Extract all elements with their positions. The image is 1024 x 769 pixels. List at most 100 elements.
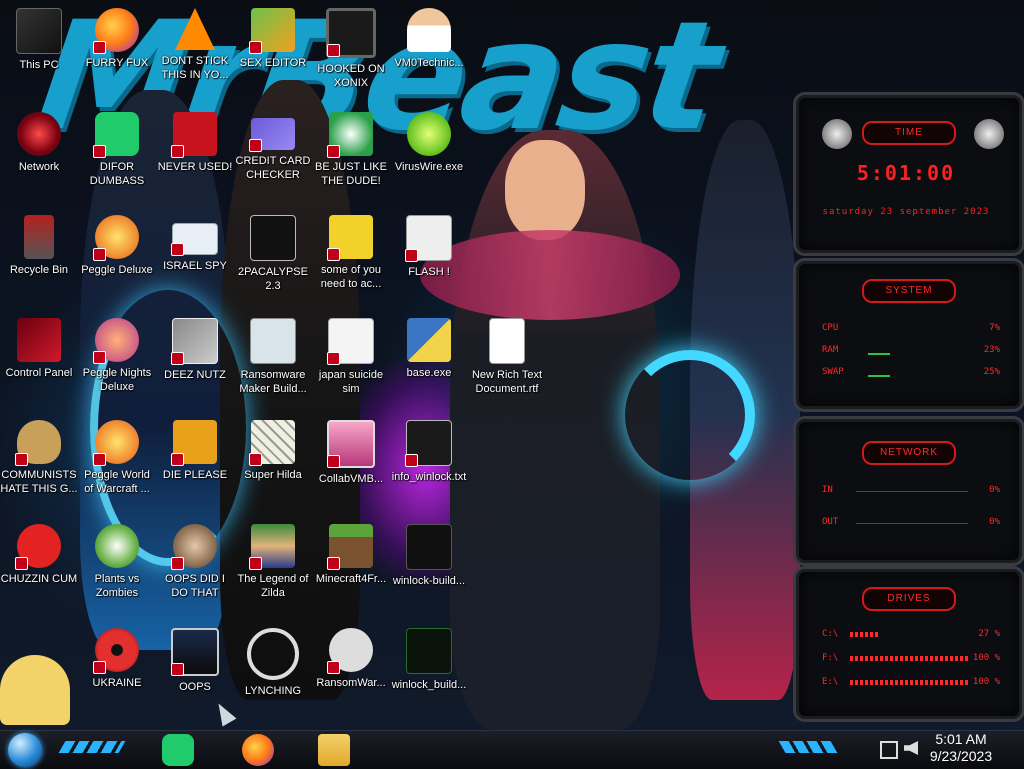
terminal-icon: [250, 215, 296, 261]
desktop-icon-minecraft[interactable]: Minecraft4Fr...: [312, 524, 390, 586]
system-widget-title: SYSTEM: [862, 279, 956, 303]
lime-icon: [407, 112, 451, 156]
desktop-icon-vm0technic[interactable]: VM0Technic...: [390, 8, 468, 70]
mail-icon: [171, 223, 218, 256]
desktop-icon-rich-text-doc[interactable]: New Rich Text Document.rtf: [468, 318, 546, 396]
delphi-de-icon: [171, 420, 217, 466]
desktop-icon-zilda[interactable]: The Legend of Zilda: [234, 524, 312, 600]
taskbar-decoration-left: [58, 741, 126, 753]
start-button[interactable]: [8, 733, 42, 767]
desktop-icon-furry-fux[interactable]: FURRY FUX: [78, 8, 156, 70]
time-widget-title: TIME: [862, 121, 956, 145]
system-row-label: CPU: [822, 323, 839, 333]
desktop-icon-die-please[interactable]: DIE PLEASE: [156, 420, 234, 482]
taskbar-decoration-right: [778, 741, 838, 753]
alien-logo-icon: [822, 119, 852, 149]
desktop-icon-oops[interactable]: OOPS: [156, 628, 234, 694]
taskbar-firefox-icon[interactable]: [242, 734, 274, 766]
taskbar-file-explorer-icon[interactable]: [318, 734, 350, 766]
desktop-icon-difor[interactable]: DIFOR DUMBASS: [78, 112, 156, 188]
desktop-icon-xonix[interactable]: HOOKED ON XONIX: [312, 8, 390, 90]
plants-vs-zombies-icon: [95, 524, 139, 568]
desktop-icon-some-of-you[interactable]: some of you need to ac...: [312, 215, 390, 291]
grass-block-icon: [327, 524, 373, 570]
desktop-icon-winlock-build-2[interactable]: winlock_build...: [390, 628, 468, 692]
portrait-icon: [171, 524, 217, 570]
network-row-label: OUT: [822, 517, 839, 527]
desktop-icon-ransomwar[interactable]: RansomWar...: [312, 628, 390, 690]
radiation-icon: [93, 628, 139, 674]
recycle-bin-icon: [24, 215, 54, 259]
desktop-icon-collabvm[interactable]: CollabVMB...: [312, 420, 390, 486]
desktop-icon-never-used[interactable]: NEVER USED!: [156, 112, 234, 174]
credit-card-icon: [249, 118, 295, 152]
peggle-nights-icon: [93, 318, 139, 364]
desktop-icon-flash[interactable]: FLASH !: [390, 215, 468, 279]
skull-icon: [327, 628, 373, 674]
system-row-value: 25%: [983, 367, 1000, 377]
taskbar-spotify-icon[interactable]: [162, 734, 194, 766]
network-in-graph: [856, 491, 968, 492]
desktop-icon-credit-card[interactable]: CREDIT CARD CHECKER: [234, 112, 312, 182]
desktop-icon-dont-stick[interactable]: DONT STICK THIS IN YO...: [156, 8, 234, 82]
vlc-cone-icon: [175, 8, 215, 50]
desktop-icon-peggle-deluxe[interactable]: Peggle Deluxe: [78, 215, 156, 277]
drive-e-bar: [850, 680, 970, 685]
doctor-icon: [407, 8, 451, 52]
desktop-icon-ukraine[interactable]: UKRAINE: [78, 628, 156, 690]
ram-graph: [868, 353, 890, 355]
desktop-icon-viruswire[interactable]: VirusWire.exe: [390, 112, 468, 174]
desktop-icon-sex-editor[interactable]: SEX EDITOR: [234, 8, 312, 70]
network-row-label: IN: [822, 485, 833, 495]
swap-graph: [868, 375, 890, 377]
clock-date: 9/23/2023: [929, 748, 993, 764]
peggle-icon: [93, 215, 139, 261]
desktop-icon-base-exe[interactable]: base.exe: [390, 318, 468, 380]
wallpaper-energy-swirl: [625, 350, 755, 480]
drive-row-value: 27 %: [978, 629, 1000, 639]
desktop-icon-deez-nutz[interactable]: DEEZ NUTZ: [156, 318, 234, 382]
desktop-icon-info-winlock[interactable]: info_winlock.txt: [390, 420, 468, 484]
desktop-icon-recycle-bin[interactable]: Recycle Bin: [0, 215, 78, 277]
desktop-icon-be-like-dude[interactable]: BE JUST LIKE THE DUDE!: [312, 112, 390, 188]
money-bag-icon: [15, 420, 61, 466]
drives-widget: DRIVES C:\ 27 % F:\ 100 % E:\ 100 %: [793, 566, 1024, 722]
terminal-green-icon: [406, 628, 452, 674]
monitor-pink-icon: [327, 420, 375, 468]
system-row-value: 23%: [983, 345, 1000, 355]
desktop-icon-peggle-wow[interactable]: Peggle World of Warcraft ...: [78, 420, 156, 496]
network-row-value: 0%: [989, 485, 1000, 495]
desktop-icon-2pacalypse[interactable]: 2PACALYPSE 2.3: [234, 215, 312, 293]
peggle-wow-icon: [93, 420, 139, 466]
network-icon: [17, 112, 61, 156]
flash-file-icon: [405, 215, 452, 262]
drive-row-label: F:\: [822, 653, 839, 663]
desktop-icon-control-panel[interactable]: Control Panel: [0, 318, 78, 380]
desktop-icon-israel-spy[interactable]: ISRAEL SPY: [156, 215, 234, 273]
firefox-icon: [93, 8, 139, 54]
desktop-icon-lynching[interactable]: LYNCHING: [234, 628, 312, 698]
santa-icon: [327, 112, 373, 158]
dark-window-icon: [406, 524, 452, 570]
desktop-icon-japan-sim[interactable]: japan suicide sim: [312, 318, 390, 396]
installer-icon: [327, 318, 374, 365]
chuzzle-icon: [15, 524, 61, 570]
desktop-icon-this-pc[interactable]: This PC: [0, 8, 78, 72]
spotify-like-icon: [93, 112, 139, 158]
system-row-label: SWAP: [822, 367, 844, 377]
desktop-icon-oops-did-i[interactable]: OOPS DID I DO THAT: [156, 524, 234, 600]
python-icon: [407, 318, 451, 362]
desktop-icon-ransomware-maker[interactable]: Ransomware Maker Build...: [234, 318, 312, 396]
desktop-icon-pvz[interactable]: Plants vs Zombies: [78, 524, 156, 600]
clock-time: 5:01 AM: [935, 731, 987, 747]
network-tray-icon[interactable]: [880, 741, 898, 759]
taskbar-clock[interactable]: 5:01 AM 9/23/2023: [916, 731, 1006, 765]
zelda-sprite-icon: [249, 524, 295, 570]
desktop-icon-network[interactable]: Network: [0, 112, 78, 174]
desktop-icon-winlock-build-1[interactable]: winlock-build...: [390, 524, 468, 588]
network-widget: NETWORK IN 0% OUT 0%: [793, 416, 1024, 566]
desktop-icon-super-hilda[interactable]: Super Hilda: [234, 420, 312, 482]
desktop-icon-chuzzin[interactable]: CHUZZIN CUM: [0, 524, 78, 586]
desktop-icon-communists[interactable]: COMMUNISTS HATE THIS G...: [0, 420, 78, 496]
desktop-icon-peggle-nights[interactable]: Peggle Nights Deluxe: [78, 318, 156, 394]
